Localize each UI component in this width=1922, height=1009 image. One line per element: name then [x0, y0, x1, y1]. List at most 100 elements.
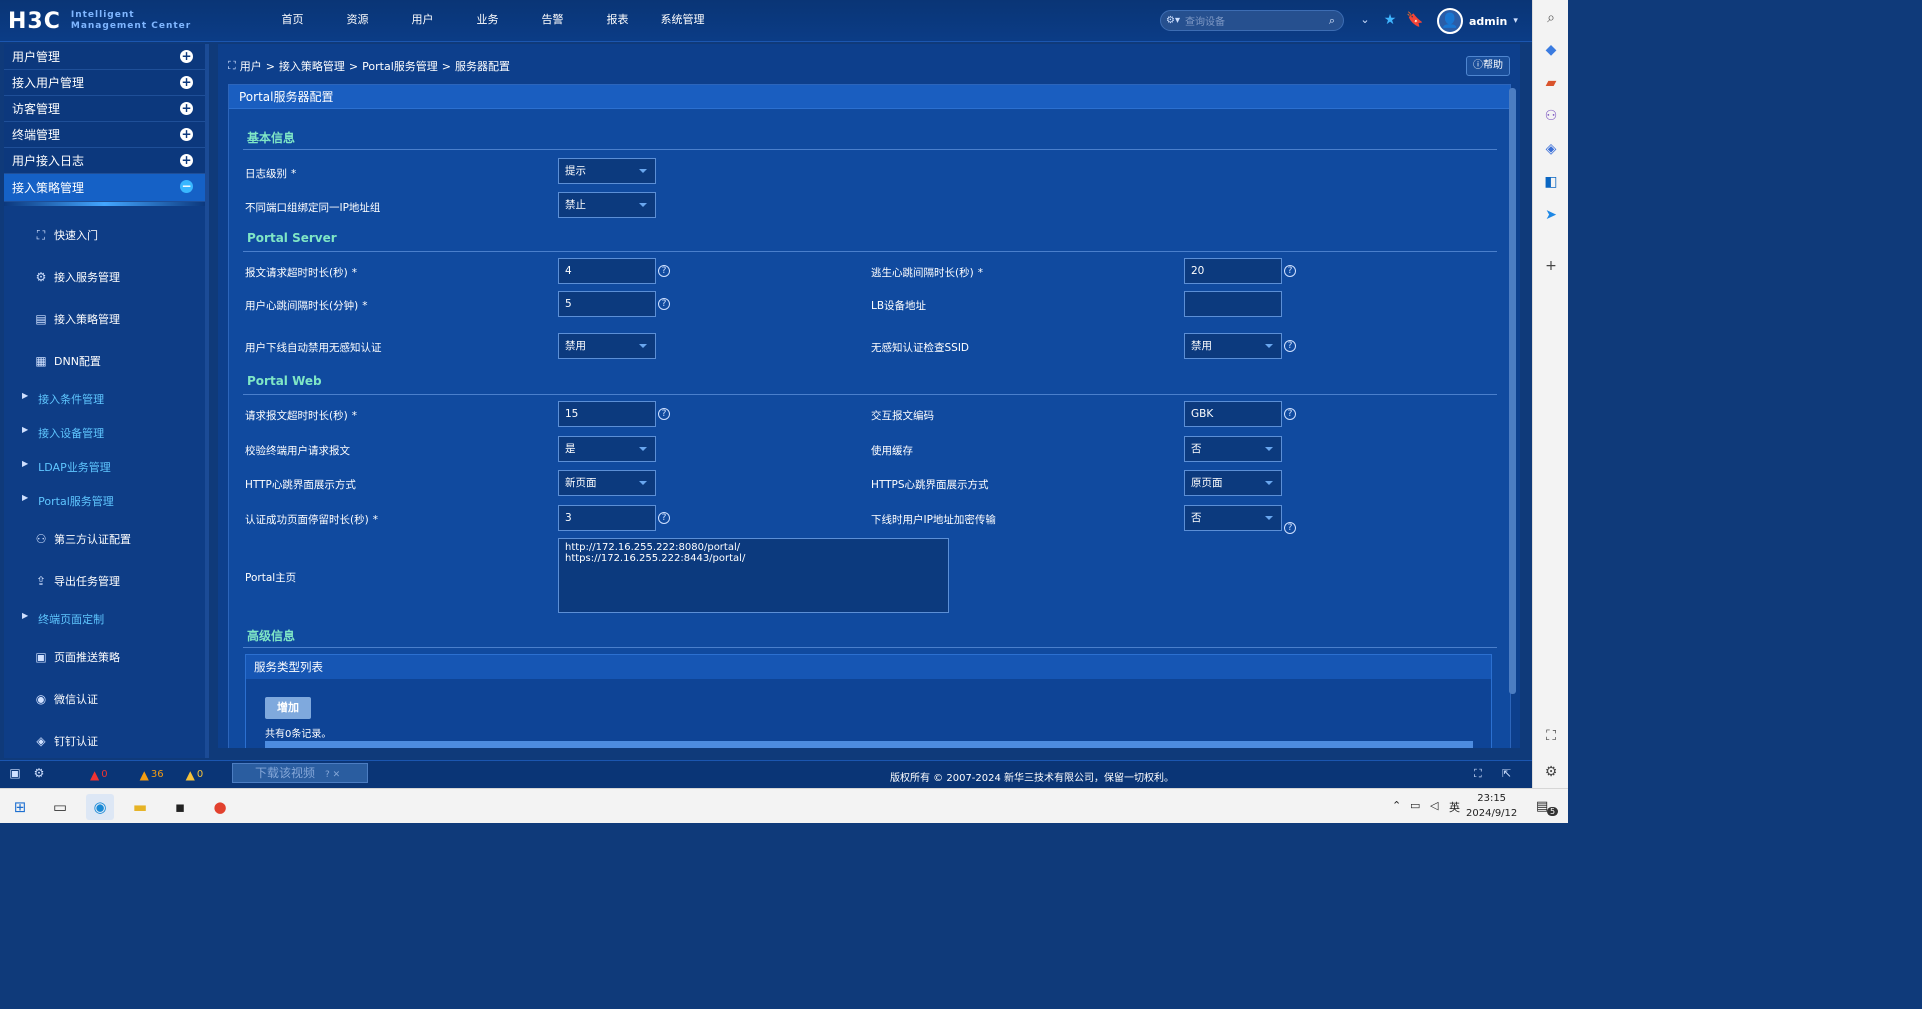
nav-home[interactable]: 首页 [260, 0, 325, 42]
sidebar-group-access-policy[interactable]: 接入策略管理 − [4, 174, 205, 202]
nav-reports[interactable]: 报表 [585, 0, 650, 42]
avatar-icon[interactable]: 👤 [1437, 8, 1463, 34]
escape-heartbeat-input[interactable]: 20 [1184, 258, 1282, 284]
help-question-icon[interactable]: ? [658, 408, 670, 420]
logo[interactable]: H3C Intelligent Management Center [8, 6, 191, 36]
start-icon[interactable]: ⊞ [6, 794, 34, 820]
task-view-icon[interactable]: ▭ [46, 794, 74, 820]
volume-icon[interactable]: ◁ [1430, 799, 1438, 812]
nav-alarms[interactable]: 告警 [520, 0, 585, 42]
help-question-icon[interactable]: ? [1284, 408, 1296, 420]
help-question-icon[interactable]: ? [658, 265, 670, 277]
device-type-icon[interactable]: ⚙▾ [1161, 15, 1185, 26]
breadcrumb-users[interactable]: 用户 [240, 58, 262, 74]
sidebar-item-thirdparty[interactable]: ⚇ 第三方认证配置 [4, 518, 205, 560]
expand-icon[interactable]: + [180, 128, 193, 141]
add-icon[interactable]: + [1541, 256, 1561, 276]
send-icon[interactable]: ➤ [1541, 205, 1561, 225]
bind-ip-group-select[interactable]: 禁止 [558, 192, 656, 218]
search-icon[interactable]: ⌕ [1321, 14, 1343, 28]
expand-icon[interactable]: + [180, 102, 193, 115]
sidebar-group-guest[interactable]: 访客管理 + [4, 96, 205, 122]
sidebar-group-access-log[interactable]: 用户接入日志 + [4, 148, 205, 174]
nav-users[interactable]: 用户 [390, 0, 455, 42]
sidebar-item-access-policy[interactable]: ▤ 接入策略管理 [4, 298, 205, 340]
help-question-icon[interactable]: ? [658, 512, 670, 524]
terminal-icon[interactable]: ▪ [166, 794, 194, 820]
username[interactable]: admin [1469, 15, 1507, 28]
expand-icon[interactable]: + [180, 76, 193, 89]
nav-business[interactable]: 业务 [455, 0, 520, 42]
sidebar-sub-access-device[interactable]: ▶ 接入设备管理 [4, 416, 205, 450]
search-icon[interactable]: ⌕ [1541, 8, 1561, 28]
success-stay-input[interactable]: 3 [558, 505, 656, 531]
sidebar-group-terminal[interactable]: 终端管理 + [4, 122, 205, 148]
ime-indicator[interactable]: 英 [1449, 799, 1460, 815]
copilot-icon[interactable]: ◈ [1541, 139, 1561, 159]
sidebar-sub-portal[interactable]: ▶ Portal服务管理 [4, 484, 205, 518]
tray-chevron-icon[interactable]: ⌃ [1392, 799, 1401, 812]
help-question-icon[interactable]: ? [1284, 522, 1296, 534]
app-icon[interactable]: ● [206, 794, 234, 820]
offline-disable-select[interactable]: 禁用 [558, 333, 656, 359]
gear-icon[interactable]: ⚙ [1541, 762, 1561, 782]
sidebar-item-dingtalk[interactable]: ◈ 钉钉认证 [4, 720, 205, 758]
http-heartbeat-select[interactable]: 新页面 [558, 470, 656, 496]
user-menu[interactable]: 👤 admin ▾ [1437, 7, 1518, 35]
restore-icon[interactable]: ⇱ [1502, 767, 1511, 780]
outlook-icon[interactable]: ◧ [1541, 172, 1561, 192]
verify-req-select[interactable]: 是 [558, 436, 656, 462]
sidebar-item-push[interactable]: ▣ 页面推送策略 [4, 636, 205, 678]
check-ssid-select[interactable]: 禁用 [1184, 333, 1282, 359]
sidebar-item-export[interactable]: ⇪ 导出任务管理 [4, 560, 205, 602]
nav-resources[interactable]: 资源 [325, 0, 390, 42]
search-input[interactable]: 查询设备 [1185, 13, 1321, 28]
collapse-icon[interactable]: − [180, 180, 193, 193]
clock[interactable]: 23:15 2024/9/12 [1466, 791, 1517, 821]
expand-icon[interactable]: + [180, 50, 193, 63]
toolbox-icon[interactable]: ▰ [1541, 73, 1561, 93]
download-video-overlay[interactable]: 下载该视频 ? ✕ [232, 763, 368, 783]
vertical-scrollbar[interactable] [1509, 88, 1516, 694]
use-cache-select[interactable]: 否 [1184, 436, 1282, 462]
user-dropdown-icon[interactable]: ▾ [1513, 16, 1518, 26]
favorite-star-icon[interactable]: ★ [1380, 10, 1400, 30]
sidebar-sub-access-condition[interactable]: ▶ 接入条件管理 [4, 382, 205, 416]
tag-icon[interactable]: ◆ [1541, 40, 1561, 60]
breadcrumb-portal[interactable]: Portal服务管理 [362, 58, 438, 74]
alarm-minor[interactable]: ▲ 0 [186, 768, 204, 782]
people-icon[interactable]: ⚇ [1541, 106, 1561, 126]
breadcrumb-home-icon[interactable]: ⛶ [228, 59, 236, 73]
alarm-major[interactable]: ▲ 36 [140, 768, 164, 782]
https-heartbeat-select[interactable]: 原页面 [1184, 470, 1282, 496]
screenshot-icon[interactable]: ⛶ [1541, 726, 1561, 746]
user-heartbeat-input[interactable]: 5 [558, 291, 656, 317]
web-req-timeout-input[interactable]: 15 [558, 401, 656, 427]
screen-icon[interactable]: ▣ [6, 766, 24, 784]
sidebar-group-user-mgmt[interactable]: 用户管理 + [4, 44, 205, 70]
encoding-input[interactable]: GBK [1184, 401, 1282, 427]
sidebar-sub-page-custom[interactable]: ▶ 终端页面定制 [4, 602, 205, 636]
help-button[interactable]: ⓘ帮助 [1466, 56, 1510, 76]
add-button[interactable]: 增加 [265, 697, 311, 719]
help-question-icon[interactable]: ? [1284, 340, 1296, 352]
close-icon[interactable]: ? ✕ [325, 770, 340, 780]
expand-icon[interactable]: + [180, 154, 193, 167]
sidebar-group-access-user[interactable]: 接入用户管理 + [4, 70, 205, 96]
chevron-down-icon[interactable]: ⌄ [1355, 10, 1375, 30]
breadcrumb-access-policy[interactable]: 接入策略管理 [279, 58, 345, 74]
lb-device-input[interactable] [1184, 291, 1282, 317]
encrypt-ip-select[interactable]: 否 [1184, 505, 1282, 531]
network-icon[interactable]: ▭ [1410, 799, 1420, 812]
sidebar-item-wechat[interactable]: ◉ 微信认证 [4, 678, 205, 720]
fullscreen-icon[interactable]: ⛶ [1474, 767, 1482, 781]
sidebar-item-dnn[interactable]: ▦ DNN配置 [4, 340, 205, 382]
req-timeout-input[interactable]: 4 [558, 258, 656, 284]
file-explorer-icon[interactable]: ▬ [126, 794, 154, 820]
help-question-icon[interactable]: ? [658, 298, 670, 310]
bookmark-icon[interactable]: 🔖 [1405, 10, 1425, 30]
edge-browser-icon[interactable]: ◉ [86, 794, 114, 820]
device-search[interactable]: ⚙▾ 查询设备 ⌕ [1160, 10, 1344, 31]
settings-sync-icon[interactable]: ⚙ [30, 766, 48, 784]
sidebar-item-access-service[interactable]: ⚙ 接入服务管理 [4, 256, 205, 298]
